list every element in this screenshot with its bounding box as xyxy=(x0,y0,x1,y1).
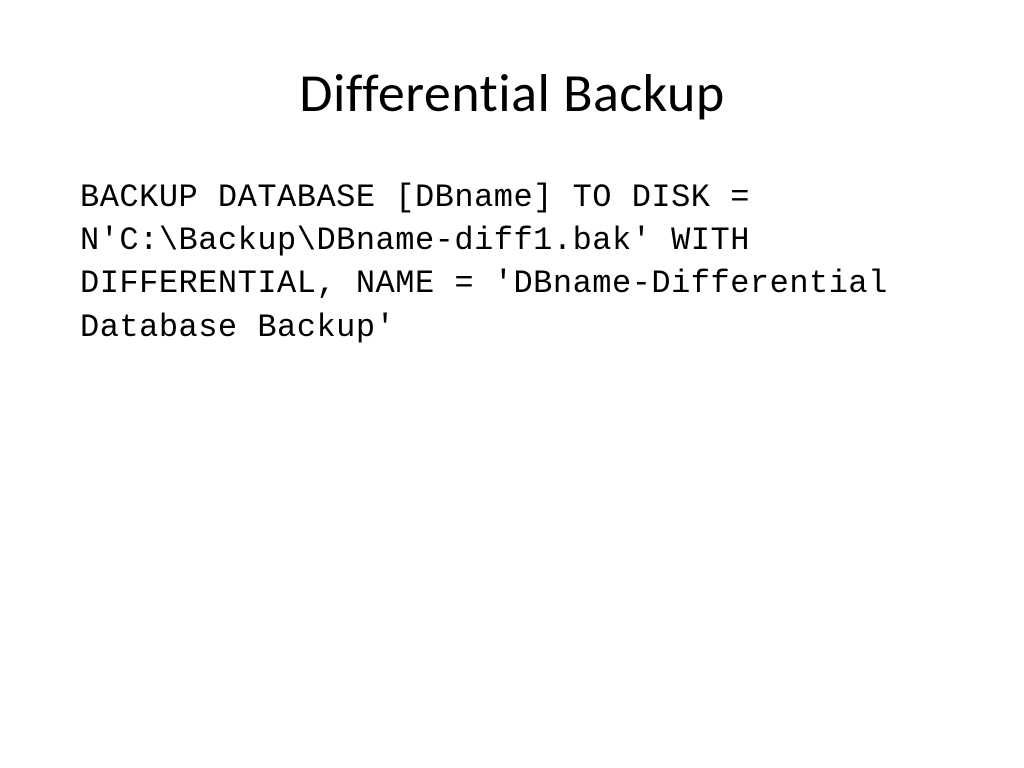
slide-title: Differential Backup xyxy=(80,60,944,126)
slide-container: Differential Backup BACKUP DATABASE [DBn… xyxy=(0,0,1024,768)
code-block: BACKUP DATABASE [DBname] TO DISK = N'C:\… xyxy=(80,176,944,349)
